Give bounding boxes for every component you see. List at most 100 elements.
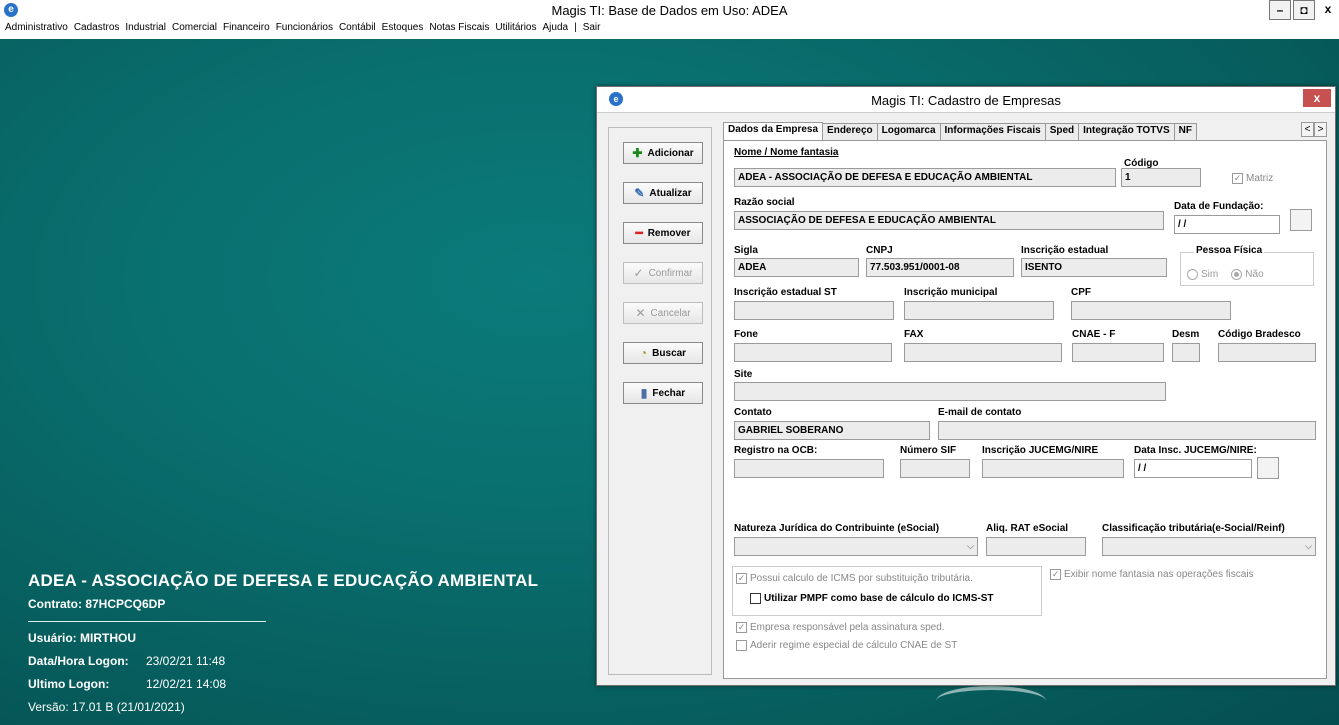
maximize-button[interactable]: ◘ (1293, 0, 1315, 20)
site-field[interactable] (734, 382, 1166, 401)
codigo-bradesco-field[interactable] (1218, 343, 1316, 362)
check-icon: ✓ (736, 573, 747, 584)
tab-scroll-right-button[interactable]: > (1314, 122, 1327, 137)
cnae-field[interactable] (1072, 343, 1164, 362)
tab-nf[interactable]: NF (1173, 123, 1197, 140)
jucemg-field[interactable] (982, 459, 1124, 478)
nome-label: Nome / Nome fantasia (734, 147, 839, 158)
matriz-checkbox[interactable]: ✓ Matriz (1232, 173, 1273, 184)
cnae-st-checkbox[interactable]: Aderir regime especial de cálculo CNAE d… (736, 640, 957, 651)
calendar-button[interactable] (1290, 209, 1312, 231)
logon-label: Data/Hora Logon: (28, 654, 129, 668)
cnpj-label: CNPJ (866, 245, 893, 256)
fone-field[interactable] (734, 343, 892, 362)
cpf-label: CPF (1071, 287, 1091, 298)
data-jucemg-field[interactable]: / / (1134, 459, 1252, 478)
tab-scroll-left-button[interactable]: < (1301, 122, 1314, 137)
pf-nao-radio[interactable]: Não (1231, 269, 1264, 280)
sped-checkbox[interactable]: ✓ Empresa responsável pela assinatura spe… (736, 622, 945, 633)
sif-label: Número SIF (900, 445, 957, 456)
site-label: Site (734, 369, 753, 380)
classificacao-select[interactable]: ⌵ (1102, 537, 1316, 556)
remove-button[interactable]: ━ Remover (623, 222, 703, 244)
cpf-field[interactable] (1071, 301, 1231, 320)
pessoa-fisica-group: Sim Não (1180, 252, 1314, 286)
dialog-close-button[interactable]: x (1303, 89, 1331, 107)
menu-financeiro[interactable]: Financeiro (223, 22, 270, 33)
tab-logomarca[interactable]: Logomarca (876, 123, 941, 140)
sif-field[interactable] (900, 459, 970, 478)
action-button-panel: ✚ Adicionar ✎ Atualizar ━ Remover ✓ Confirma… (608, 127, 712, 675)
natureza-select[interactable]: ⌵ (734, 537, 978, 556)
fundacao-label: Data de Fundação: (1174, 201, 1264, 212)
pessoa-fisica-options: Sim Não (1187, 269, 1274, 283)
nome-field[interactable]: ADEA - ASSOCIAÇÃO DE DEFESA E EDUCAÇÃO A… (734, 168, 1116, 187)
pmpf-checkbox[interactable]: Utilizar PMPF como base de cálculo do IC… (750, 593, 993, 604)
cancel-button-label: Cancelar (650, 307, 691, 319)
pessoa-fisica-label: Pessoa Física (1194, 245, 1265, 256)
add-button-label: Adicionar (647, 147, 694, 159)
razao-field[interactable]: ASSOCIAÇÃO DE DEFESA E EDUCAÇÃO AMBIENTA… (734, 211, 1164, 230)
menu-cadastros[interactable]: Cadastros (74, 22, 120, 33)
add-button[interactable]: ✚ Adicionar (623, 142, 703, 164)
pf-sim-radio[interactable]: Sim (1187, 269, 1218, 280)
calendar-jucemg-button[interactable] (1257, 457, 1279, 479)
confirm-button-label: Confirmar (648, 267, 693, 279)
inscricao-estadual-label: Inscrição estadual (1021, 245, 1109, 256)
close-window-button[interactable]: x (1317, 0, 1339, 20)
data-jucemg-label: Data Insc. JUCEMG/NIRE: (1134, 445, 1257, 456)
search-button[interactable]: ◔ Buscar (623, 342, 703, 364)
menu-administrativo[interactable]: Administrativo (5, 22, 68, 33)
email-label: E-mail de contato (938, 407, 1022, 418)
cancel-button[interactable]: ✕ Cancelar (623, 302, 703, 324)
tab-sped[interactable]: Sped (1044, 123, 1080, 140)
flashlight-icon: ◔ (639, 346, 648, 360)
ocb-field[interactable] (734, 459, 884, 478)
menu-notas-fiscais[interactable]: Notas Fiscais (429, 22, 489, 33)
door-icon: ▮ (640, 386, 648, 400)
menu-comercial[interactable]: Comercial (172, 22, 217, 33)
menu-bar: Administrativo Cadastros Industrial Comerci… (0, 22, 1339, 39)
menu-industrial[interactable]: Industrial (125, 22, 166, 33)
menu-utilitarios[interactable]: Utilitários (495, 22, 536, 33)
search-button-label: Buscar (652, 347, 687, 359)
sigla-field[interactable]: ADEA (734, 258, 859, 277)
fax-field[interactable] (904, 343, 1062, 362)
update-button[interactable]: ✎ Atualizar (623, 182, 703, 204)
menu-ajuda[interactable]: Ajuda (543, 22, 569, 33)
inscricao-municipal-field[interactable] (904, 301, 1054, 320)
inscricao-estadual-st-field[interactable] (734, 301, 894, 320)
app-titlebar: e Magis TI: Base de Dados em Uso: ADEA –… (0, 0, 1339, 22)
tab-panel-dados-empresa: Nome / Nome fantasia Código ADEA - ASSOC… (723, 140, 1327, 679)
menu-contabil[interactable]: Contábil (339, 22, 376, 33)
fundacao-field[interactable]: / / (1174, 215, 1280, 234)
radio-icon (1187, 269, 1198, 280)
email-field[interactable] (938, 421, 1316, 440)
inscricao-estadual-field[interactable]: ISENTO (1021, 258, 1167, 277)
codigo-field[interactable]: 1 (1121, 168, 1201, 187)
tab-endereco[interactable]: Endereço (822, 123, 878, 140)
pf-sim-label: Sim (1201, 269, 1219, 280)
tab-dados-empresa[interactable]: Dados da Empresa (723, 122, 824, 140)
cnpj-field[interactable]: 77.503.951/0001-08 (866, 258, 1014, 277)
pmpf-label: Utilizar PMPF como base de cálculo do IC… (764, 593, 994, 604)
inscricao-municipal-label: Inscrição municipal (904, 287, 998, 298)
tab-integracao-totvs[interactable]: Integração TOTVS (1078, 123, 1175, 140)
close-button[interactable]: ▮ Fechar (623, 382, 703, 404)
rat-field[interactable] (986, 537, 1086, 556)
desm-field[interactable] (1172, 343, 1200, 362)
exibir-fantasia-checkbox[interactable]: ✓ Exibir nome fantasia nas operações fisc… (1050, 569, 1254, 580)
natureza-label: Natureza Jurídica do Contribuinte (eSoci… (734, 523, 940, 534)
icms-st-checkbox[interactable]: ✓ Possui calculo de ICMS por substituição… (736, 573, 973, 584)
tab-informacoes-fiscais[interactable]: Informações Fiscais (939, 123, 1046, 140)
menu-sair[interactable]: Sair (583, 22, 601, 33)
checkbox-icon (750, 593, 761, 604)
menu-estoques[interactable]: Estoques (382, 22, 424, 33)
logon-value: 23/02/21 11:48 (146, 654, 226, 668)
confirm-button[interactable]: ✓ Confirmar (623, 262, 703, 284)
contato-field[interactable]: GABRIEL SOBERANO (734, 421, 930, 440)
menu-funcionarios[interactable]: Funcionários (276, 22, 333, 33)
background-swoosh (936, 686, 1046, 716)
check-icon: ✓ (1232, 173, 1243, 184)
minimize-button[interactable]: – (1269, 0, 1291, 20)
